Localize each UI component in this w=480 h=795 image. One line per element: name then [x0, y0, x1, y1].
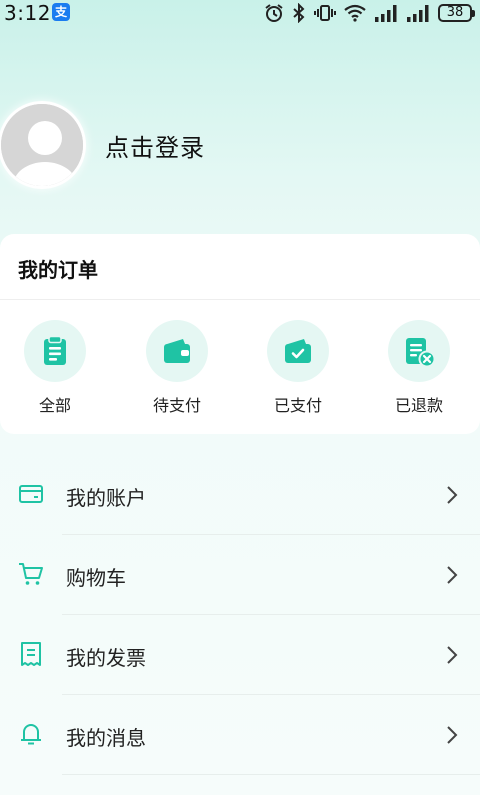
avatar[interactable]: [0, 101, 86, 189]
bell-icon: [21, 724, 41, 745]
orders-title: 我的订单: [18, 258, 98, 282]
order-tab-paid[interactable]: 已支付: [243, 320, 353, 420]
order-label: 全部: [38, 396, 71, 415]
wifi-icon: [344, 4, 366, 22]
login-link[interactable]: 点击登录: [105, 128, 205, 163]
wallet-icon: [146, 320, 208, 382]
menu-item-invoices[interactable]: 我的发票: [0, 615, 480, 695]
chevron-right-icon: [447, 486, 458, 504]
alipay-notification-icon: 支: [52, 3, 70, 21]
status-bar: 3:12 支 38: [0, 0, 480, 26]
vibrate-icon: [314, 5, 336, 21]
alarm-icon: [265, 4, 283, 22]
refund-doc-icon: [388, 320, 450, 382]
paid-wallet-icon: [267, 320, 329, 382]
battery-icon: 38: [438, 4, 475, 22]
order-tab-refunded[interactable]: 已退款: [364, 320, 474, 420]
menu-item-label: 我的账户: [66, 486, 146, 510]
clipboard-icon: [24, 320, 86, 382]
order-tab-pending-payment[interactable]: 待支付: [122, 320, 232, 420]
menu-item-label: 我的消息: [66, 726, 146, 750]
menu-item-cart[interactable]: 购物车: [0, 535, 480, 615]
status-time: 3:12: [4, 1, 51, 25]
menu-item-messages[interactable]: 我的消息: [0, 695, 480, 775]
invoice-icon: [21, 642, 41, 666]
divider: [0, 299, 480, 300]
order-label: 已退款: [394, 396, 443, 415]
order-label: 待支付: [152, 396, 201, 415]
bluetooth-icon: [293, 3, 305, 23]
signal-icon-2: [407, 5, 429, 22]
chevron-right-icon: [447, 566, 458, 584]
cart-icon: [19, 563, 43, 585]
menu-item-my-account[interactable]: 我的账户: [0, 455, 480, 535]
chevron-right-icon: [447, 726, 458, 744]
chevron-right-icon: [447, 646, 458, 664]
order-tab-all[interactable]: 全部: [0, 320, 110, 420]
default-avatar-icon: [1, 104, 83, 186]
order-label: 已支付: [273, 396, 322, 415]
card-icon: [19, 485, 43, 503]
status-icons: 38: [264, 2, 475, 24]
signal-icon: [375, 5, 397, 22]
menu-item-label: 我的发票: [66, 646, 146, 670]
menu-item-label: 购物车: [66, 566, 126, 590]
divider: [62, 774, 480, 775]
orders-card: 我的订单 全部 待支付 已支付 已退款: [0, 234, 480, 434]
